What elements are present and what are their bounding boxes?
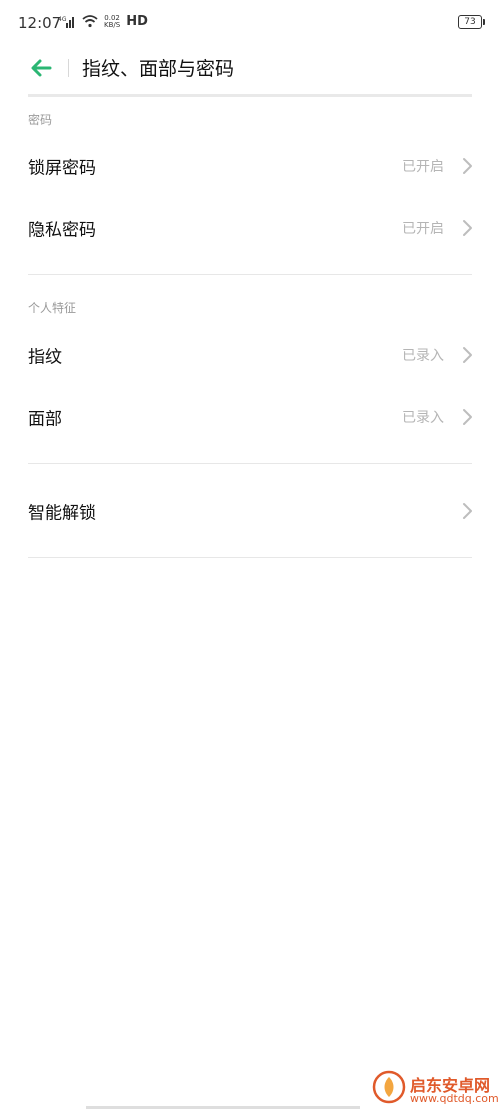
chevron-right-icon (463, 220, 472, 236)
row-label: 智能解锁 (28, 503, 96, 524)
hd-badge: HD (126, 14, 148, 29)
page-title: 指纹、面部与密码 (82, 58, 235, 80)
wifi-icon (82, 15, 98, 28)
row-label: 锁屏密码 (28, 158, 96, 179)
status-icons: 4G 0.02 KB/S HD (58, 14, 148, 29)
svg-text:4G: 4G (58, 16, 67, 23)
row-status: 已录入 (402, 410, 444, 426)
row-label: 面部 (28, 409, 62, 430)
row-face[interactable]: 面部 已录入 (0, 389, 500, 445)
app-header: 指纹、面部与密码 (0, 46, 500, 92)
back-button[interactable] (26, 52, 58, 84)
chevron-right-icon (463, 409, 472, 425)
speed-unit: KB/S (104, 20, 121, 29)
row-label: 指纹 (28, 347, 62, 368)
row-lock-screen-password[interactable]: 锁屏密码 已开启 (0, 138, 500, 194)
status-time: 12:07 (18, 14, 62, 32)
row-status: 已录入 (402, 348, 444, 364)
section-divider (28, 274, 472, 275)
row-status: 已开启 (402, 159, 444, 175)
watermark-logo: 启东安卓网 www.qdtdq.com (372, 1068, 499, 1108)
chevron-right-icon (463, 158, 472, 174)
section-title-biometrics: 个人特征 (28, 301, 77, 315)
row-status: 已开启 (402, 221, 444, 237)
section-divider (28, 463, 472, 464)
row-smart-unlock[interactable]: 智能解锁 (0, 483, 500, 539)
gesture-bar[interactable] (86, 1106, 360, 1109)
chevron-right-icon (463, 503, 472, 519)
row-privacy-password[interactable]: 隐私密码 已开启 (0, 200, 500, 256)
battery-icon: 73 (458, 15, 485, 29)
header-divider (68, 59, 69, 77)
section-title-password: 密码 (28, 113, 53, 127)
chevron-right-icon (463, 347, 472, 363)
header-shadow-divider (28, 94, 472, 97)
signal-icon: 4G (58, 16, 74, 28)
watermark-icon (372, 1070, 406, 1104)
network-speed: 0.02 KB/S (104, 14, 121, 29)
status-bar: 12:07 4G 0.02 KB/S HD 73 (0, 0, 500, 46)
arrow-left-icon (31, 59, 52, 77)
row-label: 隐私密码 (28, 220, 96, 241)
row-fingerprint[interactable]: 指纹 已录入 (0, 327, 500, 383)
section-divider (28, 557, 472, 558)
watermark-url: www.qdtdq.com (410, 1092, 499, 1105)
